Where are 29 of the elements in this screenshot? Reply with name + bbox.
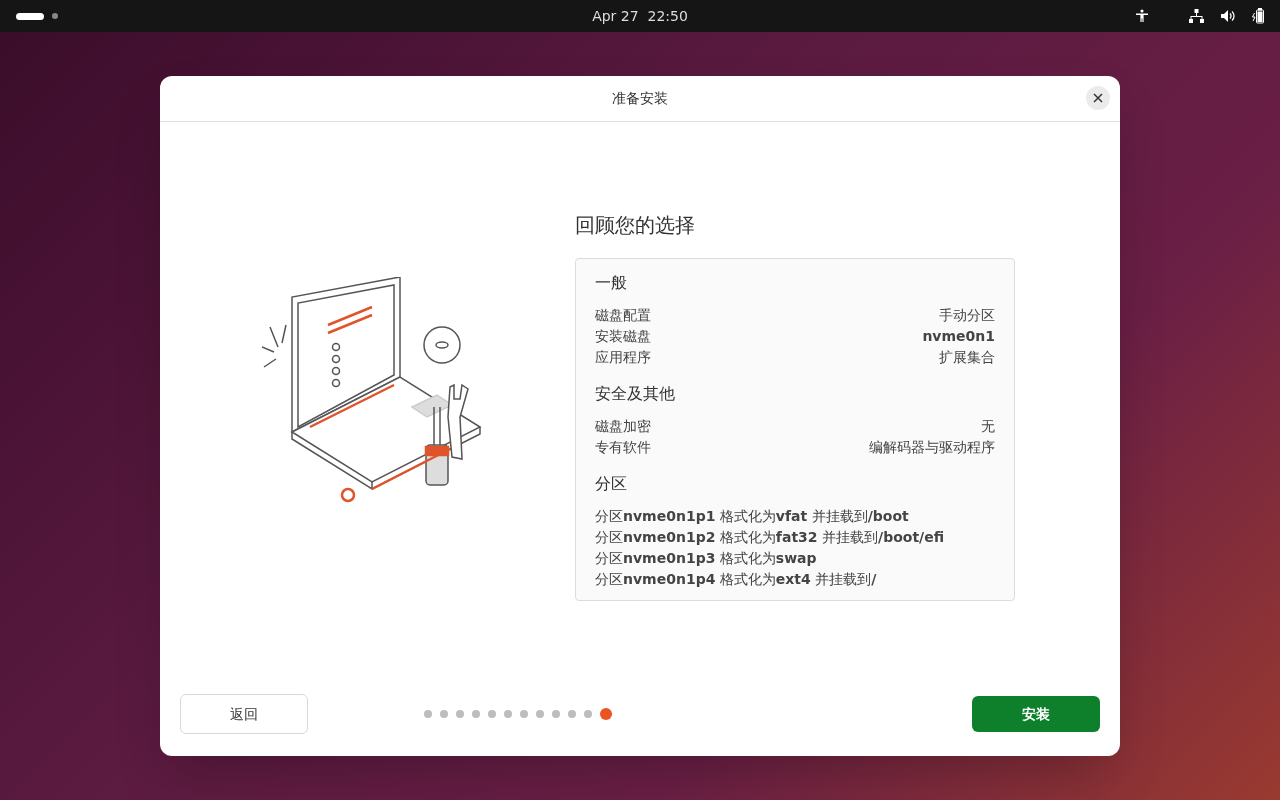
setting-value: 扩展集合 (939, 348, 995, 367)
close-button[interactable] (1086, 86, 1110, 110)
review-heading: 回顾您的选择 (575, 212, 696, 239)
setting-value: 编解码器与驱动程序 (869, 438, 995, 457)
battery-icon[interactable] (1252, 8, 1264, 24)
window-title: 准备安装 (612, 89, 668, 108)
partition-line: 分区nvme0n1p2 格式化为fat32 并挂载到/boot/efi (595, 528, 946, 547)
setting-label: 安装磁盘 (595, 327, 651, 346)
clock[interactable]: Apr 27 22:50 (592, 5, 688, 27)
setting-value: 手动分区 (939, 306, 995, 325)
section-title: 分区 (595, 473, 628, 495)
setting-label: 应用程序 (595, 348, 651, 367)
setting-label: 磁盘加密 (595, 417, 651, 436)
volume-icon[interactable] (1220, 9, 1236, 23)
install-button[interactable]: 安装 (972, 696, 1100, 732)
section-title: 安全及其他 (595, 383, 676, 405)
partition-line: 分区nvme0n1p1 格式化为vfat 并挂载到/boot (595, 507, 910, 526)
setting-label: 专有软件 (595, 438, 651, 457)
partition-line: 分区nvme0n1p4 格式化为ext4 并挂载到/ (595, 570, 878, 589)
partition-line: 分区nvme0n1p3 格式化为swap (595, 549, 818, 568)
setting-value: 无 (981, 417, 995, 436)
close-icon (1093, 93, 1103, 103)
network-icon[interactable] (1189, 9, 1204, 23)
section-title: 一般 (595, 272, 628, 294)
workspace-indicator-icon[interactable] (16, 12, 44, 20)
setting-label: 磁盘配置 (595, 306, 651, 325)
back-button[interactable]: 返回 (180, 694, 308, 734)
accessibility-icon[interactable] (1135, 9, 1149, 23)
setting-value: nvme0n1 (922, 327, 995, 346)
